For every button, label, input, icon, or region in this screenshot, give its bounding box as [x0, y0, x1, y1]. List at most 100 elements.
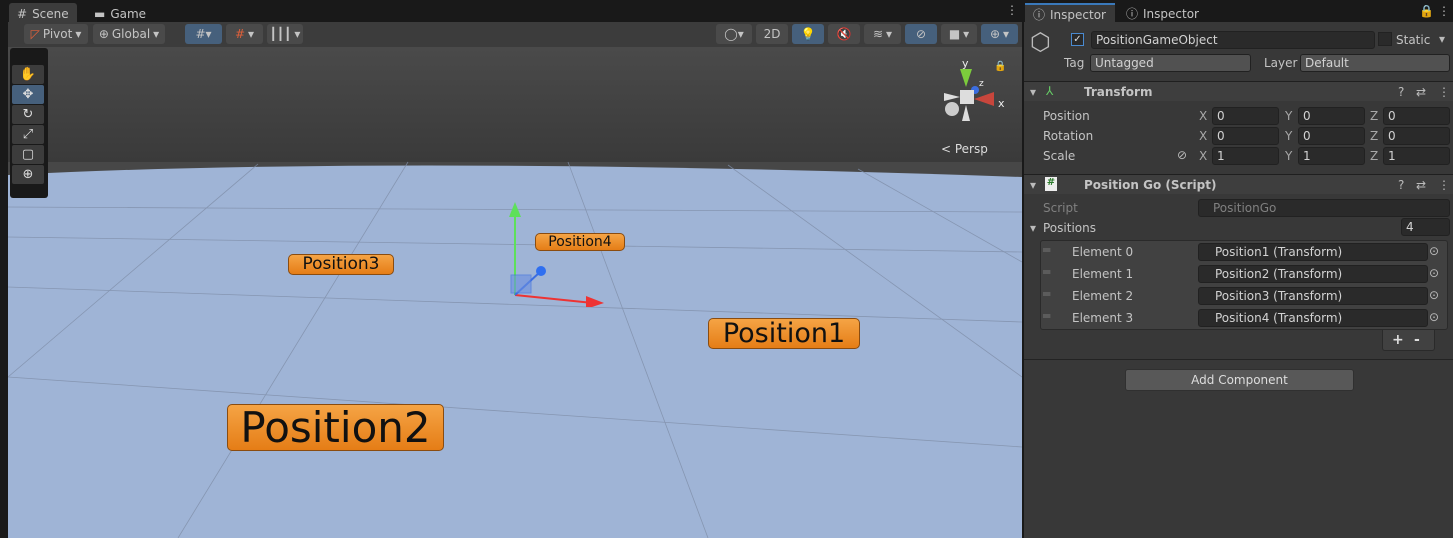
tab-game[interactable]: ▬ Game	[86, 3, 154, 22]
more-menu-icon[interactable]: ⋮	[1438, 85, 1450, 99]
help-icon[interactable]: ?	[1398, 85, 1404, 99]
tag-dropdown[interactable]: Untagged	[1090, 54, 1251, 72]
transform-icon: ⊕	[22, 167, 34, 182]
more-menu-icon[interactable]: ⋮	[1438, 178, 1450, 192]
scale-x[interactable]: 1	[1212, 147, 1279, 165]
snap-icon: #	[234, 27, 246, 41]
script-label: Script	[1043, 201, 1078, 215]
tab-game-label: Game	[110, 6, 147, 21]
z-label: Z	[1370, 109, 1379, 123]
foldout-arrow[interactable]: ▾	[1030, 85, 1036, 99]
scale-y[interactable]: 1	[1298, 147, 1365, 165]
eye-slash-icon: ⊘	[915, 27, 927, 41]
camera-dropdown[interactable]: ■ ▾	[941, 24, 977, 44]
object-picker-icon[interactable]: ⊙	[1429, 244, 1439, 258]
static-dropdown-arrow[interactable]: ▾	[1439, 32, 1445, 46]
2d-toggle-button[interactable]: 2D	[756, 24, 788, 44]
remove-element-button[interactable]: -	[1414, 332, 1420, 348]
foldout-arrow[interactable]: ▾	[1030, 178, 1036, 192]
element-label: Element 3	[1072, 311, 1134, 325]
snap-button[interactable]: # ▾	[226, 24, 263, 44]
position-y[interactable]: 0	[1298, 107, 1365, 125]
gizmo-z-label: z	[979, 79, 984, 89]
element-object-field[interactable]: Position2 (Transform)	[1198, 265, 1428, 283]
effects-dropdown[interactable]: ≋ ▾	[864, 24, 901, 44]
object-picker-icon[interactable]: ⊙	[1429, 288, 1439, 302]
element-object-field[interactable]: Position1 (Transform)	[1198, 243, 1428, 261]
rotation-z[interactable]: 0	[1383, 127, 1450, 145]
global-dropdown[interactable]: ⊕ Global ▾	[93, 24, 165, 44]
presets-icon[interactable]: ⇄	[1416, 85, 1426, 99]
scene-viewport[interactable]: y x z 🔒 < Persp ✋ ✥ ↻ ⤢ ▢ ⊕ Position1 Po…	[8, 47, 1022, 538]
object-picker-icon[interactable]: ⊙	[1429, 310, 1439, 324]
rect-tool[interactable]: ▢	[12, 145, 44, 164]
z-label: Z	[1370, 129, 1379, 143]
tab-inspector-2[interactable]: ⓘ Inspector	[1118, 3, 1207, 22]
more-menu-icon[interactable]: ⋮	[1006, 3, 1018, 17]
hidden-objects-toggle[interactable]: ⊘	[905, 24, 937, 44]
rotation-y[interactable]: 0	[1298, 127, 1365, 145]
layer-dropdown[interactable]: Default	[1300, 54, 1450, 72]
more-menu-icon[interactable]: ⋮	[1438, 4, 1450, 18]
scene-label-position2[interactable]: Position2	[227, 404, 444, 451]
pivot-dropdown[interactable]: ◸ Pivot ▾	[24, 24, 88, 44]
lighting-toggle-button[interactable]: 💡	[792, 24, 824, 44]
move-tool[interactable]: ✥	[12, 85, 44, 104]
transform-tool[interactable]: ⊕	[12, 165, 44, 184]
persp-label[interactable]: < Persp	[941, 142, 988, 156]
gizmo-y-label: y	[962, 57, 969, 70]
draw-mode-dropdown[interactable]: ◯▾	[716, 24, 752, 44]
audio-toggle-button[interactable]: 🔇	[828, 24, 860, 44]
tab-inspector-1[interactable]: ⓘ Inspector	[1025, 3, 1115, 22]
rotate-tool[interactable]: ↻	[12, 105, 44, 124]
add-element-button[interactable]: +	[1392, 332, 1404, 348]
drag-handle-icon[interactable]: ═	[1043, 265, 1050, 279]
positions-count-input[interactable]: 4	[1401, 218, 1450, 236]
element-object-field[interactable]: Position3 (Transform)	[1198, 287, 1428, 305]
tab-scene-label: Scene	[32, 6, 69, 21]
drag-handle-icon[interactable]: ═	[1043, 309, 1050, 323]
object-name-input[interactable]: PositionGameObject	[1091, 31, 1375, 49]
global-label: Global	[111, 27, 151, 41]
positions-label: Positions	[1043, 221, 1096, 235]
tab-scene[interactable]: # Scene	[9, 3, 77, 22]
static-checkbox[interactable]	[1378, 32, 1392, 46]
increment-snap-button[interactable]: ┃┃┃ ▾	[267, 24, 303, 44]
element-object-field[interactable]: Position4 (Transform)	[1198, 309, 1428, 327]
script-component-title: Position Go (Script)	[1084, 178, 1217, 192]
tab-label: Inspector	[1050, 7, 1106, 22]
drag-handle-icon[interactable]: ═	[1043, 287, 1050, 301]
list-footer	[1382, 330, 1435, 351]
move-gizmo[interactable]	[498, 197, 618, 307]
hand-icon: ✋	[19, 67, 37, 82]
tag-label: Tag	[1064, 56, 1085, 70]
constrain-proportions-icon[interactable]: ⊘	[1177, 148, 1187, 162]
scene-label-position3[interactable]: Position3	[288, 254, 394, 275]
drag-handle-icon[interactable]: ═	[1043, 243, 1050, 257]
lock-icon[interactable]: 🔒	[1419, 4, 1434, 18]
foldout-arrow[interactable]: ▾	[1030, 221, 1036, 235]
scene-label-position4[interactable]: Position4	[535, 233, 625, 251]
active-checkbox[interactable]: ✓	[1071, 33, 1084, 46]
scene-label-position1[interactable]: Position1	[708, 318, 860, 349]
grid-toggle-button[interactable]: #▾	[185, 24, 222, 44]
info-icon: ⓘ	[1033, 8, 1046, 22]
scale-tool[interactable]: ⤢	[12, 125, 44, 144]
scale-label: Scale	[1043, 149, 1076, 163]
scale-z[interactable]: 1	[1383, 147, 1450, 165]
lock-icon[interactable]: 🔒	[994, 61, 1006, 72]
hand-tool[interactable]: ✋	[12, 65, 44, 84]
position-z[interactable]: 0	[1383, 107, 1450, 125]
position-x[interactable]: 0	[1212, 107, 1279, 125]
script-icon: #	[1045, 177, 1057, 191]
presets-icon[interactable]: ⇄	[1416, 178, 1426, 192]
object-picker-icon[interactable]: ⊙	[1429, 266, 1439, 280]
help-icon[interactable]: ?	[1398, 178, 1404, 192]
y-label: Y	[1285, 109, 1293, 123]
gizmos-dropdown[interactable]: ⊕ ▾	[981, 24, 1018, 44]
position-label: Position	[1043, 109, 1090, 123]
add-component-button[interactable]: Add Component	[1125, 369, 1354, 391]
x-label: X	[1199, 109, 1208, 123]
rotation-x[interactable]: 0	[1212, 127, 1279, 145]
globe-icon: ⊕	[98, 27, 109, 41]
